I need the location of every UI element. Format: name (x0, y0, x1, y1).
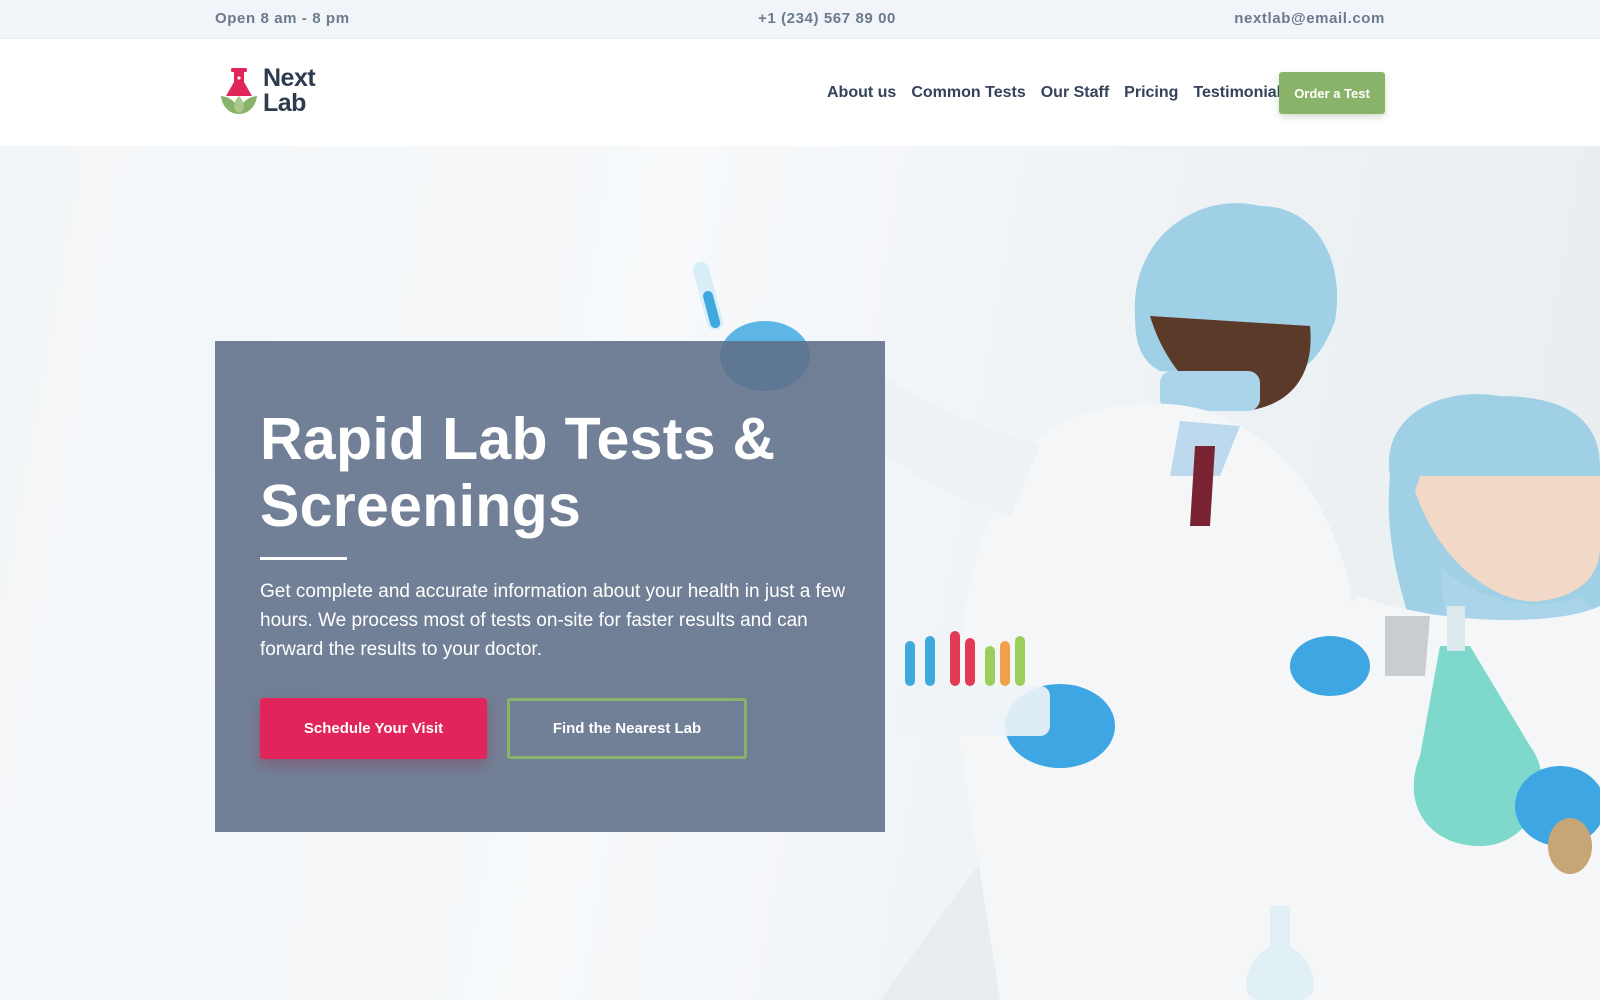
hero-description: Get complete and accurate information ab… (260, 581, 846, 660)
logo[interactable]: Next Lab (217, 66, 335, 120)
nav-pricing[interactable]: Pricing (1124, 84, 1178, 102)
order-test-button[interactable]: Order a Test (1279, 72, 1385, 114)
schedule-visit-button[interactable]: Schedule Your Visit (260, 698, 487, 759)
email-address[interactable]: nextlab@email.com (1234, 10, 1385, 27)
opening-hours: Open 8 am - 8 pm (215, 10, 350, 27)
primary-nav: About us Common Tests Our Staff Pricing … (827, 84, 1305, 102)
nav-common-tests[interactable]: Common Tests (911, 84, 1025, 102)
hero-title: Rapid Lab Tests & Screenings (260, 406, 776, 539)
phone-number[interactable]: +1 (234) 567 89 00 (758, 10, 896, 27)
brand-line-1: Next (263, 64, 316, 92)
brand-line-2: Lab (263, 89, 306, 117)
top-info-bar: Open 8 am - 8 pm +1 (234) 567 89 00 next… (0, 0, 1600, 39)
nav-testimonials[interactable]: Testimonials (1193, 84, 1290, 102)
title-divider (260, 557, 347, 560)
nav-our-staff[interactable]: Our Staff (1041, 84, 1109, 102)
brand-name: Next Lab (263, 64, 316, 117)
flask-leaf-logo-icon (221, 68, 257, 114)
hero-card: Rapid Lab Tests & Screenings Get complet… (215, 341, 885, 832)
hero-section: Rapid Lab Tests & Screenings Get complet… (0, 146, 1600, 1000)
find-nearest-lab-button[interactable]: Find the Nearest Lab (507, 698, 747, 759)
main-navbar: Next Lab About us Common Tests Our Staff… (0, 39, 1600, 146)
nav-about-us[interactable]: About us (827, 84, 896, 102)
